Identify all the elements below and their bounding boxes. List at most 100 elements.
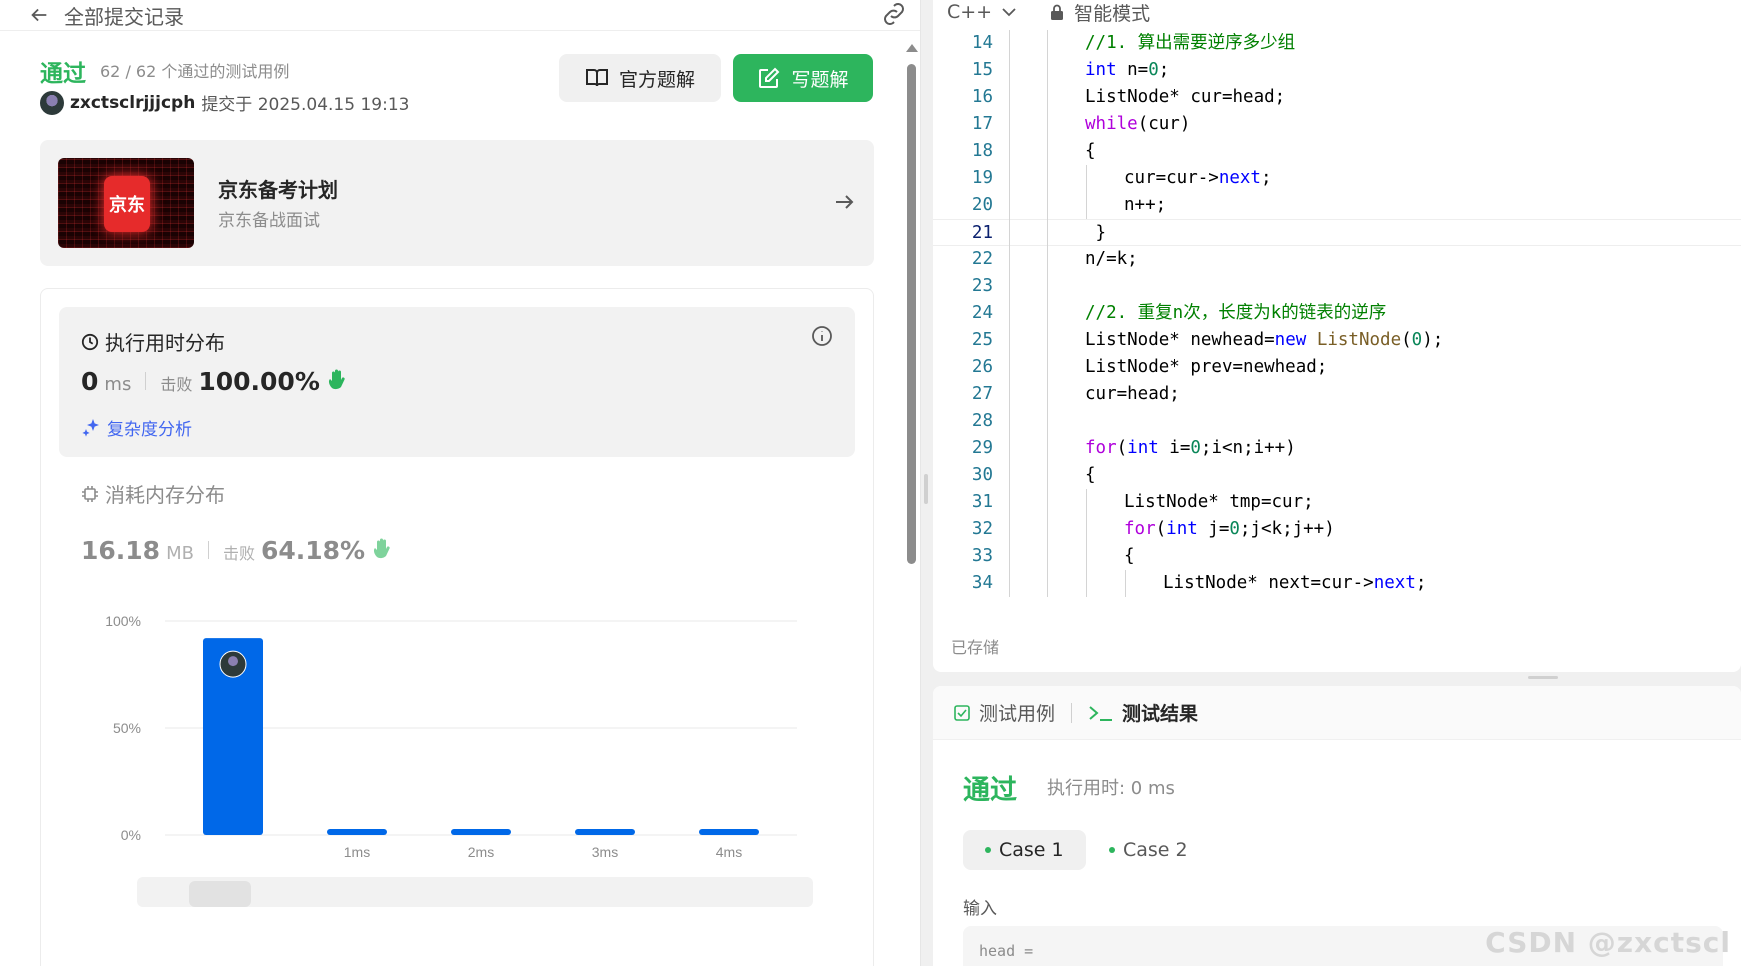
code-text: { <box>1085 141 1096 161</box>
link-icon[interactable] <box>880 2 908 26</box>
editor-mode[interactable]: 智能模式 <box>1074 0 1150 26</box>
x-tick-label: 2ms <box>468 844 494 860</box>
info-icon[interactable] <box>811 325 833 347</box>
x-tick-label: 3ms <box>592 844 618 860</box>
sparkle-icon <box>82 418 99 437</box>
vertical-resize-handle[interactable] <box>1528 676 1558 679</box>
page-title: 全部提交记录 <box>64 4 184 29</box>
jd-logo-mark: 京东 <box>104 176 150 232</box>
code-line[interactable]: 29 for(int i=0;i<n;i++) <box>933 435 1741 462</box>
code-line[interactable]: 34 ListNode* next=cur->next; <box>933 570 1741 597</box>
line-number: 31 <box>971 492 993 512</box>
code-text: n++; <box>1124 195 1167 215</box>
official-solution-label: 官方题解 <box>618 68 695 91</box>
code-text: } <box>1085 223 1107 243</box>
code-text: ListNode* next=cur->next; <box>1163 573 1427 593</box>
language-select[interactable]: C++ <box>947 1 992 23</box>
line-number: 15 <box>971 60 993 80</box>
code-line[interactable]: 30 { <box>933 462 1741 489</box>
code-line[interactable]: 19 cur=cur->next; <box>933 165 1741 192</box>
line-number: 14 <box>971 33 993 53</box>
arrow-right-icon <box>836 195 854 209</box>
clap-icon <box>328 369 345 390</box>
chart-scrollbar[interactable] <box>137 877 813 907</box>
username[interactable]: zxctsclrjjjcph <box>70 93 195 113</box>
line-number: 20 <box>971 195 993 215</box>
memory-header: 消耗内存分布 <box>81 479 393 508</box>
code-text: ListNode* tmp=cur; <box>1124 492 1314 512</box>
chart-bar <box>575 829 635 835</box>
code-line[interactable]: 16 ListNode* cur=head; <box>933 84 1741 111</box>
line-number: 21 <box>971 223 993 243</box>
memory-beat: 64.18% <box>260 536 366 565</box>
code-text: while(cur) <box>1085 114 1191 134</box>
memory-title: 消耗内存分布 <box>105 483 225 507</box>
chevron-down-icon[interactable] <box>1002 7 1016 17</box>
panel-resize-handle[interactable] <box>924 474 928 504</box>
code-area[interactable]: 14 //1. 算出需要逆序多少组 15 int n=0; 16 ListNode* cu… <box>933 30 1741 606</box>
terminal-icon <box>1089 705 1113 721</box>
code-line[interactable]: 14 //1. 算出需要逆序多少组 <box>933 30 1741 57</box>
line-number: 19 <box>971 168 993 188</box>
code-line[interactable]: 24 //2. 重复n次，长度为k的链表的逆序 <box>933 300 1741 327</box>
complexity-label: 复杂度分析 <box>107 420 192 440</box>
code-line[interactable]: 27 cur=head; <box>933 381 1741 408</box>
promo-logo: 京东 <box>58 158 194 248</box>
promo-subtitle: 京东备战面试 <box>218 211 320 231</box>
case-tab-1[interactable]: Case 1 <box>963 830 1086 870</box>
cases-passed: 62 / 62 个通过的测试用例 <box>100 62 290 81</box>
code-line[interactable]: 18 { <box>933 138 1741 165</box>
runtime-title: 执行用时分布 <box>105 331 225 355</box>
runtime-header: 执行用时分布 <box>81 327 225 356</box>
avatar[interactable] <box>40 90 64 115</box>
code-line[interactable]: 31 ListNode* tmp=cur; <box>933 489 1741 516</box>
indent-guide <box>1086 489 1087 597</box>
code-line[interactable]: 26 ListNode* prev=newhead; <box>933 354 1741 381</box>
clap-icon <box>374 538 390 559</box>
editor-toolbar: C++ 智能模式 <box>933 0 1741 26</box>
line-number: 26 <box>971 357 993 377</box>
code-line[interactable]: 23 <box>933 273 1741 300</box>
scroll-up-icon[interactable] <box>906 44 918 52</box>
line-number: 33 <box>971 546 993 566</box>
memory-section[interactable]: 消耗内存分布 16.18 MB 击败 64.18% <box>81 479 393 565</box>
code-line[interactable]: 22 n/=k; <box>933 246 1741 273</box>
back-arrow-icon[interactable] <box>28 4 50 26</box>
code-line[interactable]: 15 int n=0; <box>933 57 1741 84</box>
workspace-panel: C++ 智能模式 14 //1. 算出需要逆序多少组 15 int n=0; 16 Lis… <box>933 0 1741 966</box>
write-solution-button[interactable]: 写题解 <box>733 54 873 102</box>
promo-card[interactable]: 京东 京东备考计划 京东备战面试 <box>40 140 874 266</box>
code-line[interactable]: 33 { <box>933 543 1741 570</box>
submission-header: 全部提交记录 <box>0 0 920 31</box>
left-scroll-thumb[interactable] <box>907 64 916 564</box>
left-scrollbar[interactable] <box>904 40 918 960</box>
tab-results[interactable]: 测试结果 <box>1122 699 1198 726</box>
memory-beat-label: 击败 <box>222 544 255 563</box>
runtime-beat-label: 击败 <box>160 375 193 394</box>
code-line[interactable]: 20 n++; <box>933 192 1741 219</box>
official-solution-button[interactable]: 官方题解 <box>559 54 721 102</box>
runtime-section[interactable]: 执行用时分布 0 ms 击败 100.00% 复杂度分析 <box>59 307 855 457</box>
chart-scroll-thumb[interactable] <box>189 881 251 907</box>
status-label: 通过 <box>40 61 86 87</box>
runtime-distribution-chart[interactable]: 100% 50% 0% 1ms 2ms 3ms 4ms <box>41 585 873 885</box>
complexity-link[interactable]: 复杂度分析 <box>81 415 192 440</box>
runtime-beat: 100.00% <box>198 367 320 396</box>
edit-icon <box>759 67 780 88</box>
code-line[interactable]: 17 while(cur) <box>933 111 1741 138</box>
code-line[interactable]: 21 } <box>933 219 1741 246</box>
code-line[interactable]: 25 ListNode* newhead=new ListNode(0); <box>933 327 1741 354</box>
line-number: 32 <box>971 519 993 539</box>
code-line[interactable]: 28 <box>933 408 1741 435</box>
chip-icon <box>82 485 98 502</box>
tab-testcases[interactable]: 测试用例 <box>979 699 1055 726</box>
line-number: 17 <box>971 114 993 134</box>
code-line[interactable]: 32 for(int j=0;j<k;j++) <box>933 516 1741 543</box>
indent-guide <box>1125 570 1126 597</box>
case-tab-2[interactable]: Case 2 <box>1087 830 1210 870</box>
code-editor[interactable]: C++ 智能模式 14 //1. 算出需要逆序多少组 15 int n=0; 16 Lis… <box>933 0 1741 672</box>
indent-guide <box>1047 30 1048 597</box>
result-status: 通过 <box>963 775 1017 806</box>
code-text: cur=cur->next; <box>1124 168 1272 188</box>
promo-title: 京东备考计划 <box>218 178 338 202</box>
